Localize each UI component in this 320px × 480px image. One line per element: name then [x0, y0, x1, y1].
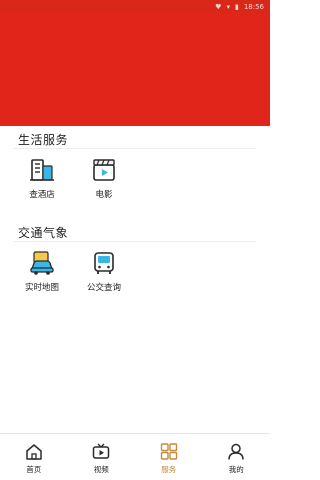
service-bus-query[interactable]: 公交查询 [79, 250, 129, 293]
battery-icon: ▮ [234, 2, 239, 11]
heart-icon: ♥ [215, 2, 222, 11]
service-label: 查酒店 [29, 190, 55, 200]
tab-label: 服务 [161, 465, 177, 474]
service-label: 公交查询 [86, 283, 121, 293]
service-label: 实时地图 [24, 283, 59, 293]
tab-label: 首页 [26, 465, 42, 474]
section-divider [14, 148, 256, 149]
tab-label: 视频 [93, 465, 109, 474]
person-icon [228, 443, 244, 460]
tab-home[interactable]: 首页 [0, 434, 68, 480]
section-title-life-services: 生活服务 [18, 133, 69, 147]
signal-icon: ▾ [226, 2, 230, 11]
service-movie[interactable]: 电影 [79, 157, 129, 200]
service-hotel[interactable]: 查酒店 [17, 157, 67, 200]
movie-clapper-icon [93, 159, 115, 181]
tab-profile[interactable]: 我的 [203, 434, 271, 480]
status-time: 18:56 [243, 3, 264, 11]
tab-video[interactable]: 视频 [68, 434, 136, 480]
service-live-map[interactable]: 实时地图 [17, 250, 67, 293]
tab-label: 我的 [228, 465, 244, 474]
top-banner[interactable] [0, 14, 270, 126]
bottom-tab-bar: 首页 视频 服务 我的 [0, 433, 270, 480]
home-icon [26, 444, 42, 460]
section-title-traffic-weather: 交通气象 [18, 226, 69, 240]
tab-services[interactable]: 服务 [135, 434, 203, 480]
hotel-building-icon [30, 159, 54, 181]
service-label: 电影 [95, 190, 113, 200]
car-map-icon [30, 251, 54, 275]
section-divider [14, 241, 256, 242]
grid-icon [160, 443, 177, 460]
tv-play-icon [93, 443, 110, 459]
bus-icon [94, 252, 114, 274]
status-bar: ♥ ▾ ▮ 18:56 [0, 0, 270, 14]
